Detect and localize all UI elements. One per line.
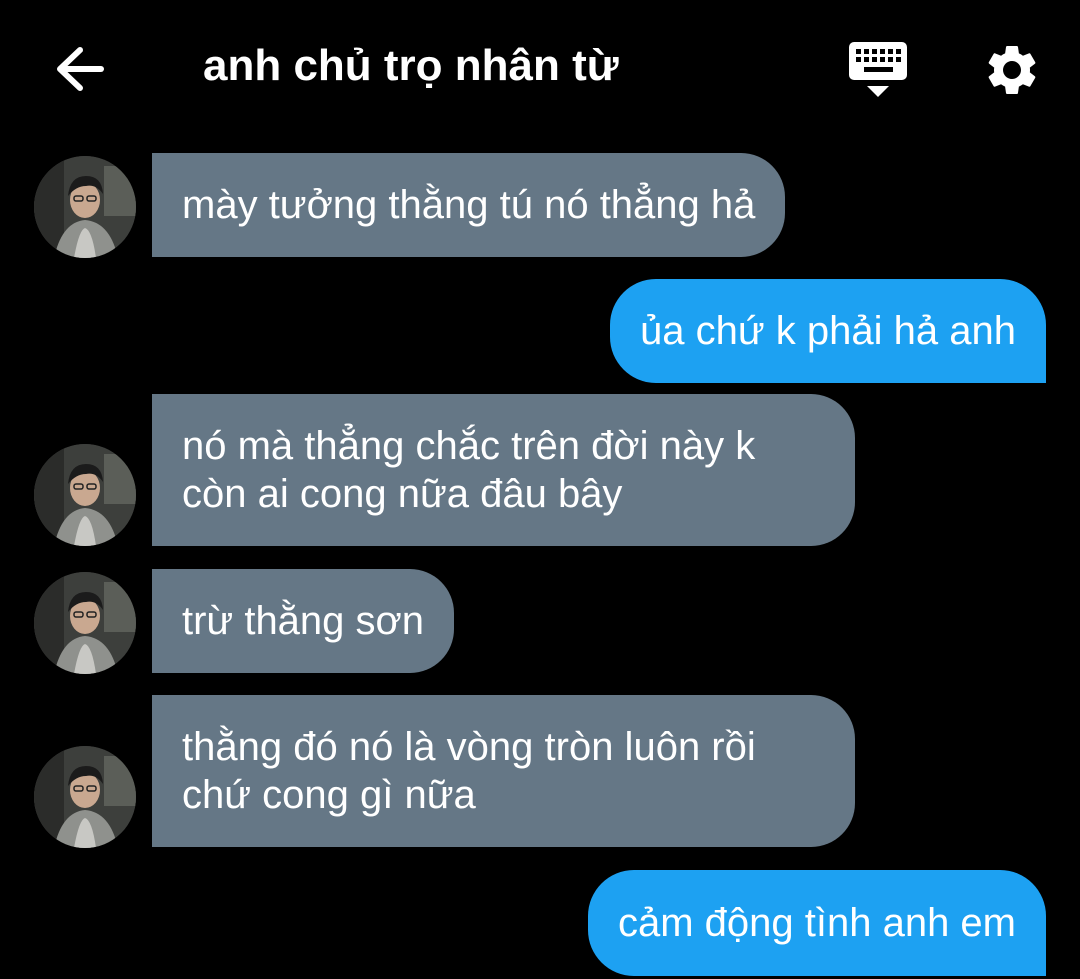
- avatar[interactable]: [34, 572, 136, 674]
- message-bubble-incoming[interactable]: trừ thằng sơn: [152, 569, 455, 673]
- avatar[interactable]: [34, 444, 136, 546]
- message-text: thằng đó nó là vòng tròn luôn rồi chứ co…: [182, 723, 756, 819]
- gear-icon: [988, 45, 1036, 94]
- message-text: ủa chứ k phải hả anh: [640, 309, 1016, 353]
- conversation-title: anh chủ trọ nhân từ: [203, 41, 619, 90]
- keyboard-toggle-button[interactable]: [845, 40, 911, 102]
- avatar-photo: [34, 746, 136, 848]
- message-line: nó mà thẳng chắc trên đời này k: [182, 424, 756, 468]
- avatar-photo: [34, 156, 136, 258]
- chat-header: anh chủ trọ nhân từ: [0, 0, 1080, 135]
- message-line: còn ai cong nữa đâu bây: [182, 472, 623, 516]
- avatar[interactable]: [34, 156, 136, 258]
- avatar-photo: [34, 444, 136, 546]
- message-bubble-outgoing[interactable]: ủa chứ k phải hả anh: [610, 279, 1046, 383]
- back-button[interactable]: [48, 40, 110, 98]
- message-bubble-incoming[interactable]: mày tưởng thằng tú nó thẳng hả: [152, 153, 786, 257]
- arrow-left-icon: [57, 47, 104, 91]
- message-text: cảm động tình anh em: [617, 901, 1016, 945]
- message-bubble-incoming[interactable]: thằng đó nó là vòng tròn luôn rồi chứ co…: [152, 695, 855, 847]
- message-line: chứ cong gì nữa: [182, 773, 476, 817]
- message-line: thằng đó nó là vòng tròn luôn rồi: [182, 725, 756, 769]
- message-text: nó mà thẳng chắc trên đời này k còn ai c…: [182, 422, 755, 518]
- avatar-photo: [34, 572, 136, 674]
- keyboard-icon: [849, 42, 907, 97]
- message-bubble-incoming[interactable]: nó mà thẳng chắc trên đời này k còn ai c…: [152, 394, 855, 546]
- message-text: mày tưởng thằng tú nó thẳng hả: [182, 183, 756, 227]
- message-bubble-outgoing[interactable]: cảm động tình anh em: [587, 870, 1046, 976]
- settings-button[interactable]: [980, 38, 1044, 102]
- avatar[interactable]: [34, 746, 136, 848]
- message-text: trừ thằng sơn: [182, 599, 425, 643]
